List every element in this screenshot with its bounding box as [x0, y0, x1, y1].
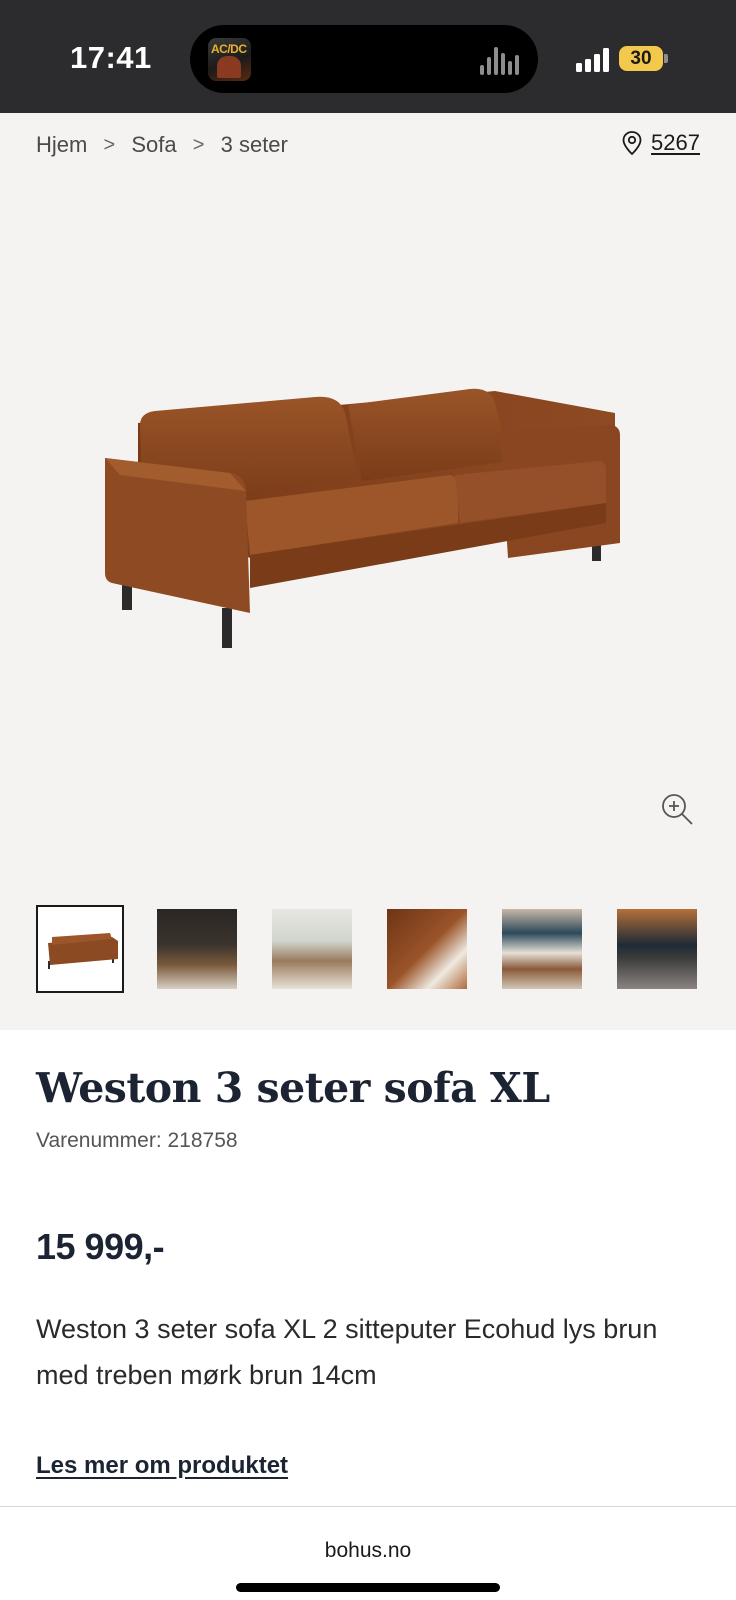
breadcrumb-3-seter[interactable]: 3 seter [221, 132, 288, 158]
location-pin-icon [622, 131, 642, 156]
product-title: Weston 3 seter sofa XL [36, 1064, 550, 1112]
thumbnail-5[interactable] [498, 905, 586, 993]
status-time: 17:41 [70, 40, 152, 75]
chevron-right-icon: > [103, 133, 116, 156]
battery-cap [664, 54, 668, 63]
product-gallery: Hjem > Sofa > 3 seter 5267 [0, 113, 736, 1030]
main-product-image[interactable] [100, 383, 640, 673]
battery-icon: 30 [619, 46, 663, 71]
waveform-icon [480, 45, 520, 75]
chevron-right-icon: > [192, 133, 205, 156]
thumbnail-strip [36, 905, 736, 995]
store-selector[interactable]: 5267 [621, 128, 700, 158]
thumbnail-2[interactable] [153, 905, 241, 993]
product-sku: Varenummer: 218758 [36, 1129, 238, 1152]
battery-level: 30 [630, 48, 652, 69]
thumbnail-6[interactable] [613, 905, 701, 993]
breadcrumb: Hjem > Sofa > 3 seter [36, 130, 288, 160]
browser-address-bar[interactable]: bohus.no [0, 1506, 736, 1600]
product-description: Weston 3 seter sofa XL 2 sitteputer Ecoh… [36, 1314, 658, 1390]
browser-url[interactable]: bohus.no [0, 1539, 736, 1563]
album-art-logo: AC/DC [211, 42, 247, 56]
dynamic-island[interactable]: AC/DC [190, 25, 538, 93]
product-price: 15 999,- [36, 1226, 165, 1267]
thumbnail-4[interactable] [383, 905, 471, 993]
thumbnail-3[interactable] [268, 905, 356, 993]
cellular-signal-icon [576, 48, 612, 72]
status-bar: 17:41 AC/DC 30 [0, 0, 736, 113]
album-art[interactable]: AC/DC [208, 38, 251, 81]
breadcrumb-sofa[interactable]: Sofa [131, 132, 176, 158]
breadcrumb-home[interactable]: Hjem [36, 132, 87, 158]
store-number-link[interactable]: 5267 [651, 130, 700, 156]
thumbnail-1[interactable] [36, 905, 124, 993]
zoom-icon[interactable] [660, 792, 696, 828]
read-more-link[interactable]: Les mer om produktet [36, 1452, 288, 1480]
home-indicator[interactable] [236, 1583, 500, 1592]
